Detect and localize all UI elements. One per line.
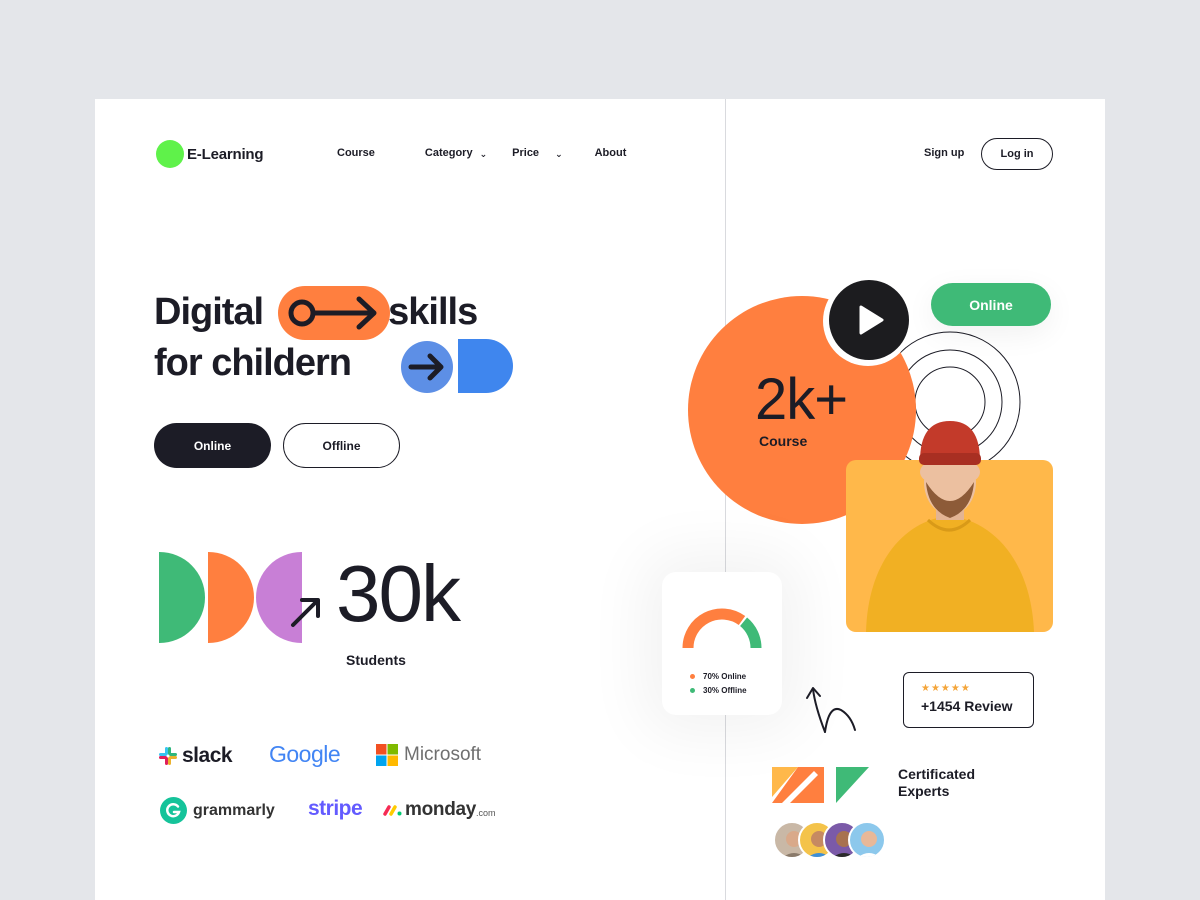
play-icon	[859, 305, 884, 335]
monday-wordmark: monday	[405, 799, 477, 820]
play-button[interactable]	[829, 280, 909, 360]
certified-experts-label: Certificated Experts	[898, 766, 976, 799]
logo-mark-icon	[156, 140, 184, 168]
students-count: 30k	[336, 549, 461, 638]
brand-name: E-Learning	[187, 145, 264, 163]
stripe-wordmark: stripe	[308, 797, 363, 820]
google-logo: Google	[269, 741, 341, 768]
grammarly-logo: grammarly	[160, 797, 275, 824]
mode-stats-card: 70% Online 30% Offline	[662, 572, 782, 715]
course-label: Course	[759, 433, 808, 449]
arrow-right-icon	[408, 353, 444, 381]
partner-logos: slack Google Microsoft grammarly stripe	[158, 739, 518, 839]
nav-item-label: Price	[512, 147, 540, 159]
rating-stars: ★★★★★	[921, 683, 971, 694]
expert-avatar	[848, 821, 886, 859]
students-label: Students	[346, 652, 406, 668]
curly-arrow-icon	[806, 687, 856, 733]
gauge-online-arc	[682, 608, 746, 649]
chevron-down-icon: ⌄	[555, 148, 563, 159]
online-offline-gauge	[682, 608, 762, 649]
avatar-image	[858, 831, 880, 857]
course-count: 2k+	[755, 367, 848, 432]
review-card: ★★★★★ +1454 Review	[903, 672, 1034, 728]
beanie-hat-image	[919, 421, 981, 479]
landing-card: E-Learning Course Category ⌄ Price ⌄ Abo…	[95, 99, 1105, 900]
microsoft-icon	[376, 744, 398, 766]
nav-item-about[interactable]: About	[595, 147, 627, 159]
legend-online: 70% Online	[690, 672, 746, 681]
nav-item-price[interactable]: Price ⌄	[512, 147, 562, 159]
online-dot-icon	[690, 674, 695, 679]
vertical-divider	[725, 99, 726, 900]
nav-item-label: About	[594, 147, 627, 159]
offline-dot-icon	[690, 688, 695, 693]
offline-button[interactable]: Offline	[283, 423, 400, 468]
stripe-logo: stripe	[308, 797, 363, 821]
nav-item-label: Course	[337, 147, 375, 159]
nav-item-course[interactable]: Course	[337, 147, 375, 159]
google-wordmark: Google	[269, 741, 341, 767]
arrow-up-right-icon	[291, 598, 320, 627]
grammarly-icon	[160, 797, 187, 824]
chevron-down-icon: ⌄	[479, 148, 488, 159]
review-count: +1454 Review	[921, 698, 1013, 714]
hero-line-1: Digital skills	[154, 291, 478, 334]
student-portrait-image	[866, 460, 1034, 632]
microsoft-wordmark: Microsoft	[404, 744, 482, 765]
nav-item-label: Category	[424, 147, 473, 159]
certificate-shapes-icon	[772, 767, 869, 803]
student-photo	[846, 460, 1053, 632]
nav-item-category[interactable]: Category ⌄	[425, 147, 487, 159]
blue-arrow-circle	[401, 341, 453, 393]
gauge-offline-arc	[739, 617, 762, 649]
monday-icon	[383, 805, 402, 816]
brand-logo[interactable]: E-Learning	[156, 140, 264, 168]
green-half-shape	[159, 552, 205, 643]
online-badge[interactable]: Online	[931, 283, 1051, 326]
legend-offline-label: 30% Offline	[703, 686, 747, 695]
orange-half-shape	[208, 552, 254, 643]
slack-icon	[159, 747, 177, 765]
hero-word-skills: skills	[388, 291, 478, 333]
legend-online-label: 70% Online	[703, 672, 747, 681]
slack-logo: slack	[158, 744, 233, 768]
login-button[interactable]: Log in	[981, 138, 1053, 170]
slack-wordmark: slack	[182, 744, 233, 767]
monday-suffix: .com	[476, 808, 496, 818]
online-button[interactable]: Online	[154, 423, 271, 468]
signup-link[interactable]: Sign up	[924, 147, 964, 159]
hero-word-digital: Digital	[154, 291, 264, 333]
hero-line-2: for childern	[154, 342, 352, 384]
blue-half-shape	[458, 339, 513, 393]
main-nav: Course Category ⌄ Price ⌄ About	[337, 147, 626, 159]
legend-offline: 30% Offline	[690, 686, 747, 695]
grammarly-wordmark: grammarly	[193, 801, 275, 819]
microsoft-logo: Microsoft	[376, 744, 481, 766]
monday-logo: monday .com	[383, 799, 496, 821]
